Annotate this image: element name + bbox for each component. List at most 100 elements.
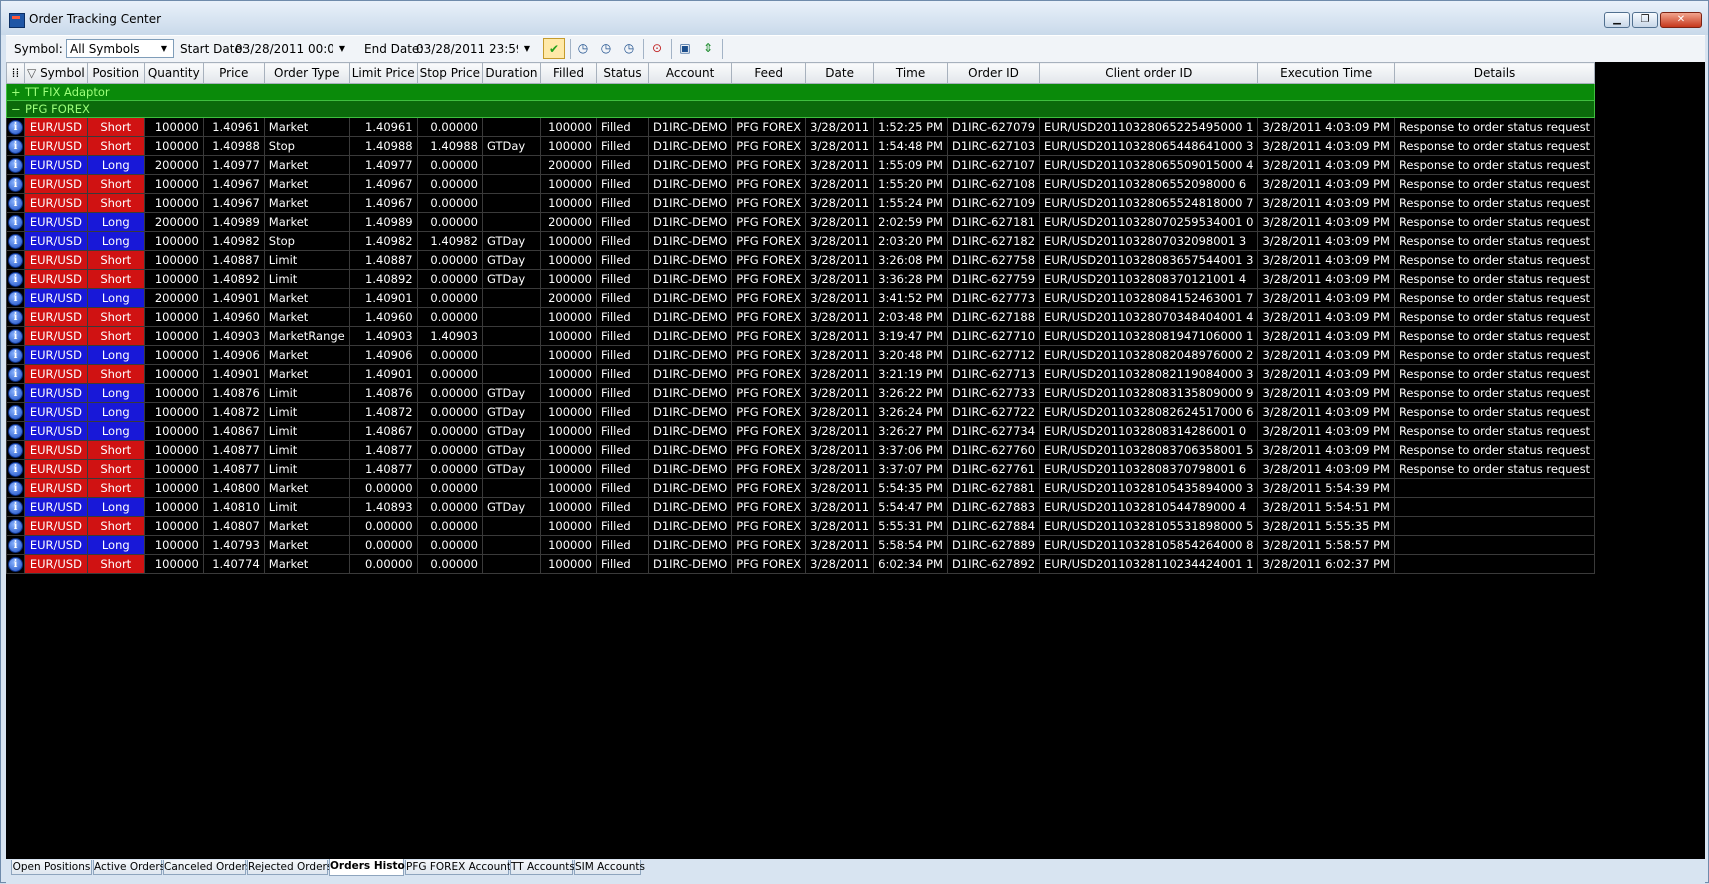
info-icon[interactable]: i <box>8 328 23 344</box>
table-row[interactable]: i EUR/USD Long 100000 1.40982 Stop 1.40982 1.40… <box>6 231 1596 251</box>
table-row[interactable]: i EUR/USD Short 100000 1.40877 Limit 1.40877 0.… <box>6 440 1596 460</box>
apply-filter-button[interactable]: ✔ <box>543 38 565 59</box>
table-row[interactable]: i EUR/USD Long 100000 1.40867 Limit 1.40867 0.0… <box>6 421 1596 441</box>
table-row[interactable]: i EUR/USD Long 200000 1.40977 Market 1.40977 0.… <box>6 155 1596 175</box>
tab-pfg-forex-accounts[interactable]: PFG FOREX Accounts <box>405 860 516 875</box>
time-button[interactable]: ⊙ <box>646 38 668 59</box>
tab-open-positions[interactable]: Open Positions <box>11 860 92 875</box>
row-info-cell[interactable]: i <box>6 212 25 232</box>
row-info-cell[interactable]: i <box>6 383 25 403</box>
info-icon[interactable]: i <box>8 309 23 325</box>
row-info-cell[interactable]: i <box>6 307 25 327</box>
group-cell[interactable]: + TT FIX Adaptor <box>5 83 1596 101</box>
daily-button[interactable]: ◷ <box>572 38 594 59</box>
chevron-down-icon[interactable]: ▼ <box>334 41 350 56</box>
table-row[interactable]: i EUR/USD Long 100000 1.40810 Limit 1.40893 0.0… <box>6 497 1596 517</box>
info-icon[interactable]: i <box>8 271 23 287</box>
col-header-price[interactable]: Price <box>202 62 265 84</box>
table-row[interactable]: i EUR/USD Long 100000 1.40876 Limit 1.40876 0.0… <box>6 383 1596 403</box>
row-info-cell[interactable]: i <box>6 117 25 137</box>
table-row[interactable]: i EUR/USD Short 100000 1.40877 Limit 1.40877 0.… <box>6 459 1596 479</box>
table-row[interactable]: i EUR/USD Long 100000 1.40872 Limit 1.40872 0.0… <box>6 402 1596 422</box>
col-header-order-id[interactable]: Order ID <box>946 62 1041 84</box>
row-info-cell[interactable]: i <box>6 269 25 289</box>
info-icon[interactable]: i <box>8 119 23 135</box>
save-button[interactable]: ▣ <box>674 38 696 59</box>
tab-tt-accounts[interactable]: TT Accounts <box>510 860 575 875</box>
row-info-cell[interactable]: i <box>6 402 25 422</box>
info-icon[interactable]: i <box>8 480 23 496</box>
col-header-limit-price[interactable]: Limit Price <box>348 62 418 84</box>
table-row[interactable]: i EUR/USD Short 100000 1.40892 Limit 1.40892 0.… <box>6 269 1596 289</box>
chevron-down-icon[interactable]: ▼ <box>156 41 172 56</box>
info-icon[interactable]: i <box>8 138 23 154</box>
group-row-pfg-forex[interactable]: − PFG FOREX <box>5 100 1596 118</box>
table-row[interactable]: i EUR/USD Short 100000 1.40903 MarketRange 1.4… <box>6 326 1596 346</box>
symbol-select[interactable]: All Symbols ▼ <box>66 39 174 58</box>
table-row[interactable]: i EUR/USD Short 100000 1.40807 Market 0.00000 0… <box>6 516 1596 536</box>
info-icon[interactable]: i <box>8 157 23 173</box>
row-info-cell[interactable]: i <box>6 193 25 213</box>
col-header-duration[interactable]: Duration <box>481 62 541 84</box>
info-icon[interactable]: i <box>8 423 23 439</box>
chevron-down-icon[interactable]: ▼ <box>519 41 535 56</box>
tab-sim-accounts[interactable]: SIM Accounts <box>574 860 645 875</box>
row-info-cell[interactable]: i <box>6 326 25 346</box>
info-icon[interactable]: i <box>8 252 23 268</box>
table-row[interactable]: i EUR/USD Short 100000 1.40960 Market 1.40960 0… <box>6 307 1596 327</box>
row-info-cell[interactable]: i <box>6 459 25 479</box>
col-header-client-order-id[interactable]: Client order ID <box>1039 62 1259 84</box>
col-header-date[interactable]: Date <box>805 62 875 84</box>
row-info-cell[interactable]: i <box>6 174 25 194</box>
col-header-feed[interactable]: Feed <box>731 62 807 84</box>
col-header-filled[interactable]: Filled <box>539 62 597 84</box>
row-info-cell[interactable]: i <box>6 440 25 460</box>
table-row[interactable]: i EUR/USD Long 100000 1.40793 Market 0.00000 0.… <box>6 535 1596 555</box>
info-icon[interactable]: i <box>8 290 23 306</box>
table-row[interactable]: i EUR/USD Long 200000 1.40901 Market 1.40901 0.… <box>6 288 1596 308</box>
info-icon[interactable]: i <box>8 195 23 211</box>
row-selector-header[interactable]: ⁞⁞ <box>6 62 25 84</box>
col-header-execution-time[interactable]: Execution Time <box>1257 62 1395 84</box>
col-header-position[interactable]: Position <box>86 62 145 84</box>
col-header-details[interactable]: Details <box>1393 62 1596 84</box>
tab-rejected-orders[interactable]: Rejected Orders <box>247 860 332 875</box>
yearly-button[interactable]: ◷ <box>618 38 640 59</box>
info-icon[interactable]: i <box>8 366 23 382</box>
col-header-stop-price[interactable]: Stop Price <box>416 62 483 84</box>
col-header-account[interactable]: Account <box>647 62 733 84</box>
start-date-picker[interactable]: 03/28/2011 00:00:0 ▼ <box>231 39 352 58</box>
maximize-button[interactable]: ❐ <box>1632 12 1658 28</box>
tab-active-orders[interactable]: Active Orders <box>93 860 165 875</box>
row-info-cell[interactable]: i <box>6 345 25 365</box>
tab-orders-history[interactable]: Orders History <box>329 859 417 876</box>
row-info-cell[interactable]: i <box>6 250 25 270</box>
row-info-cell[interactable]: i <box>6 421 25 441</box>
row-info-cell[interactable]: i <box>6 497 25 517</box>
info-icon[interactable]: i <box>8 385 23 401</box>
table-row[interactable]: i EUR/USD Short 100000 1.40967 Market 1.40967 0… <box>6 193 1596 213</box>
info-icon[interactable]: i <box>8 442 23 458</box>
col-header-symbol[interactable]: ▽ Symbol <box>24 62 88 84</box>
col-header-status[interactable]: Status <box>595 62 649 84</box>
table-row[interactable]: i EUR/USD Short 100000 1.40887 Limit 1.40887 0.… <box>6 250 1596 270</box>
info-icon[interactable]: i <box>8 499 23 515</box>
info-icon[interactable]: i <box>8 537 23 553</box>
info-icon[interactable]: i <box>8 518 23 534</box>
col-header-order-type[interactable]: Order Type <box>263 62 350 84</box>
info-icon[interactable]: i <box>8 233 23 249</box>
row-info-cell[interactable]: i <box>6 136 25 156</box>
collapse-icon[interactable]: − <box>11 102 25 116</box>
table-row[interactable]: i EUR/USD Short 100000 1.40961 Market 1.40961 0… <box>6 117 1596 137</box>
row-info-cell[interactable]: i <box>6 231 25 251</box>
info-icon[interactable]: i <box>8 214 23 230</box>
group-row-tt-fix[interactable]: + TT FIX Adaptor <box>5 83 1596 101</box>
table-row[interactable]: i EUR/USD Short 100000 1.40988 Stop 1.40988 1.4… <box>6 136 1596 156</box>
info-icon[interactable]: i <box>8 461 23 477</box>
row-info-cell[interactable]: i <box>6 554 25 574</box>
weekly-button[interactable]: ◷ <box>595 38 617 59</box>
close-button[interactable]: ✕ <box>1660 12 1702 28</box>
row-info-cell[interactable]: i <box>6 364 25 384</box>
table-row[interactable]: i EUR/USD Short 100000 1.40967 Market 1.40967 0… <box>6 174 1596 194</box>
row-info-cell[interactable]: i <box>6 535 25 555</box>
